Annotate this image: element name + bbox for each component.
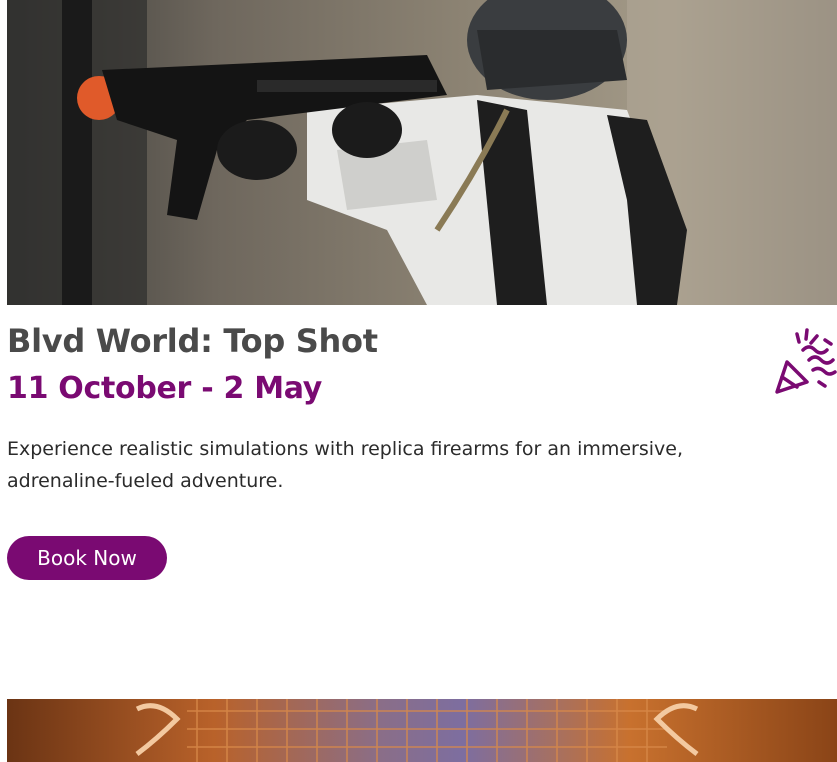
event-description: Experience realistic simulations with re…	[7, 438, 684, 492]
event-title: Blvd World: Top Shot	[7, 322, 378, 360]
book-now-button[interactable]: Book Now	[7, 536, 167, 580]
next-event-image	[7, 699, 837, 762]
party-popper-icon	[773, 326, 837, 396]
event-dates: 11 October - 2 May	[7, 371, 323, 406]
event-hero-image	[7, 0, 837, 305]
